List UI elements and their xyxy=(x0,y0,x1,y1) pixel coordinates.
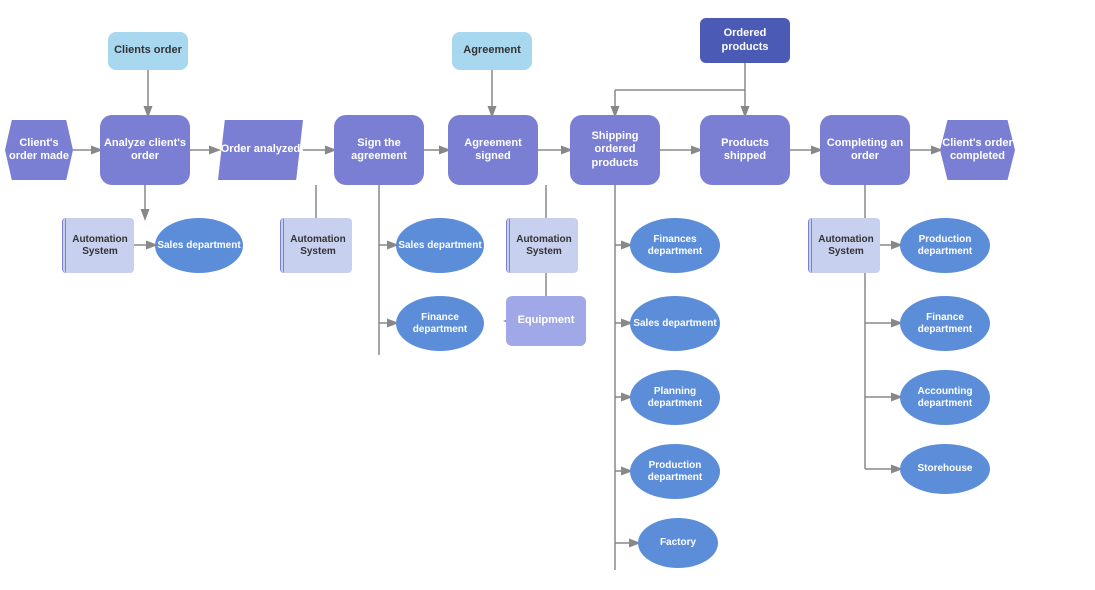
automation-system-4: Automation System xyxy=(808,218,880,273)
agreement-banner: Agreement xyxy=(452,32,532,70)
sign-agreement-shape: Sign the agreement xyxy=(334,115,424,185)
equipment-shape: Equipment xyxy=(506,296,586,346)
storehouse-shape: Storehouse xyxy=(900,444,990,494)
analyze-order-shape: Analyze client's order xyxy=(100,115,190,185)
production-dept-1: Production department xyxy=(630,444,720,499)
accounting-dept: Accounting department xyxy=(900,370,990,425)
planning-dept: Planning department xyxy=(630,370,720,425)
factory-shape: Factory xyxy=(638,518,718,568)
completing-order-shape: Completing an order xyxy=(820,115,910,185)
ordered-products-banner: Ordered products xyxy=(700,18,790,63)
sales-dept-1: Sales department xyxy=(155,218,243,273)
connector-lines xyxy=(0,0,1095,590)
sales-dept-3: Sales department xyxy=(630,296,720,351)
agreement-signed-shape: Agreement signed xyxy=(448,115,538,185)
automation-system-2: Automation System xyxy=(280,218,352,273)
finance-dept-2: Finance department xyxy=(900,296,990,351)
finance-dept-1: Finance department xyxy=(396,296,484,351)
automation-system-3: Automation System xyxy=(506,218,578,273)
start-shape: Client's order made xyxy=(5,120,73,180)
diagram: Client's order made Analyze client's ord… xyxy=(0,0,1095,590)
end-shape: Client's order completed xyxy=(940,120,1015,180)
clients-order-banner: Clients order xyxy=(108,32,188,70)
finances-dept: Finances department xyxy=(630,218,720,273)
sales-dept-2: Sales department xyxy=(396,218,484,273)
production-dept-2: Production department xyxy=(900,218,990,273)
shipping-shape: Shipping ordered products xyxy=(570,115,660,185)
automation-system-1: Automation System xyxy=(62,218,134,273)
order-analyzed-shape: Order analyzed xyxy=(218,120,303,180)
products-shipped-shape: Products shipped xyxy=(700,115,790,185)
